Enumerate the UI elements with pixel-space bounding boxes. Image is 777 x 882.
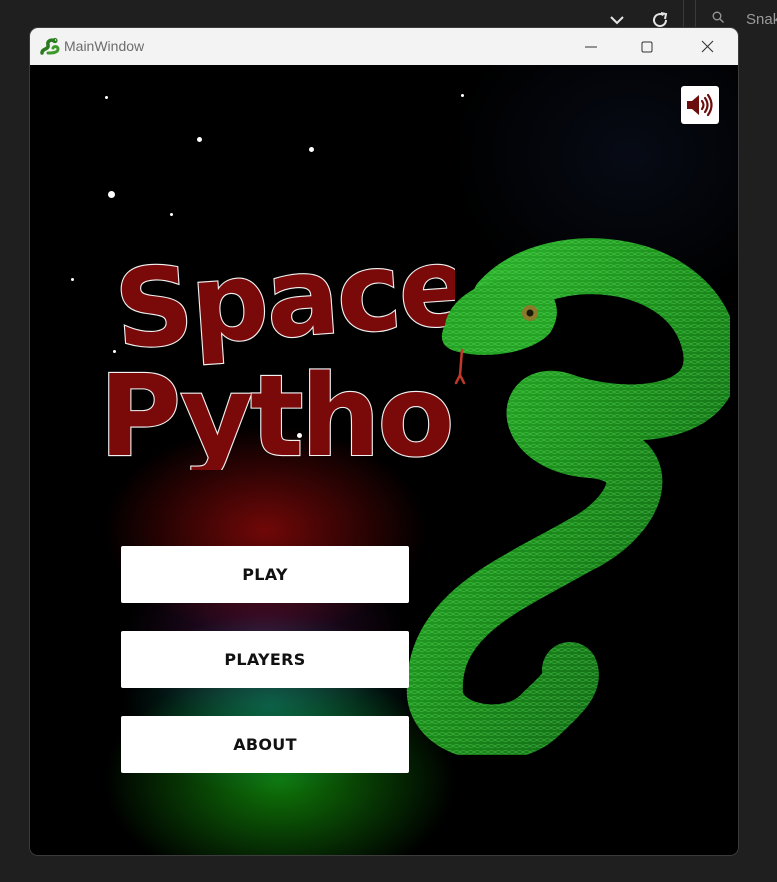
- star: [108, 191, 115, 198]
- search-input[interactable]: Snak: [746, 11, 777, 28]
- players-button[interactable]: PLAYERS: [121, 631, 409, 688]
- window-title: MainWindow: [64, 38, 145, 54]
- star: [461, 94, 464, 97]
- speaker-volume-icon: [687, 93, 713, 117]
- play-button[interactable]: PLAY: [121, 546, 409, 603]
- close-button[interactable]: [684, 28, 730, 65]
- star: [71, 278, 74, 281]
- star: [197, 137, 202, 142]
- close-icon: [701, 40, 713, 53]
- minimize-button[interactable]: [568, 28, 614, 65]
- game-canvas: Space Python: [30, 65, 738, 855]
- main-window: MainWindow Space Pytho PLAY PLAYERS ABOU…: [30, 28, 738, 855]
- maximize-button[interactable]: [624, 28, 670, 65]
- minimize-icon: [585, 46, 597, 47]
- star: [309, 147, 314, 152]
- star: [170, 213, 173, 216]
- sound-toggle-button[interactable]: [681, 86, 719, 124]
- about-button[interactable]: ABOUT: [121, 716, 409, 773]
- star: [105, 96, 108, 99]
- maximize-icon: [641, 41, 653, 52]
- search-icon: [712, 11, 724, 23]
- python-snake-illustration: [406, 238, 730, 755]
- title-bar[interactable]: MainWindow: [30, 28, 738, 65]
- app-snake-icon: [40, 37, 60, 55]
